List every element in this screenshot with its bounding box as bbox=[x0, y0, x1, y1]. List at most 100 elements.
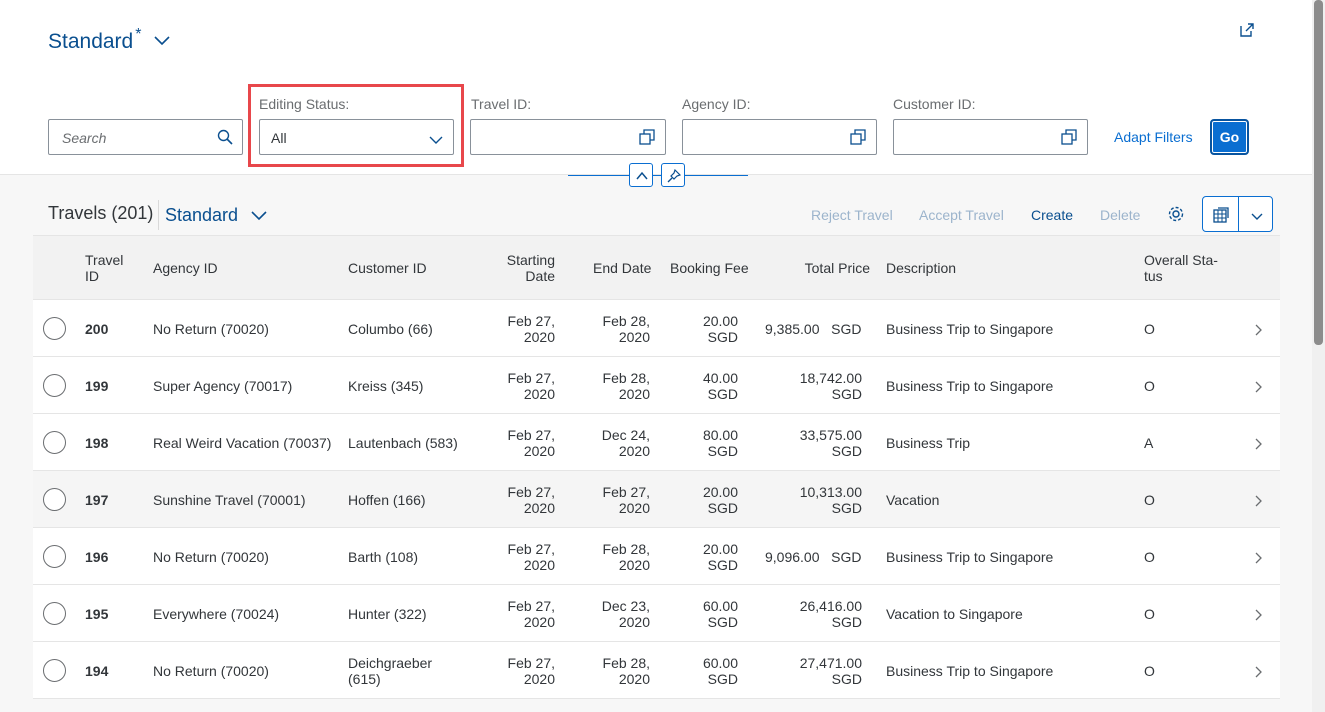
chevron-right-icon[interactable] bbox=[1254, 380, 1262, 396]
table-row[interactable]: 198 Real Weird Vacation (70037) Lautenbach… bbox=[33, 414, 1280, 471]
row-select-radio[interactable] bbox=[43, 602, 66, 625]
cell-total-price: 9,385.00 SGD bbox=[765, 321, 862, 337]
table-row[interactable]: 194 No Return (70020) Deichgraeber (615) Feb… bbox=[33, 642, 1280, 699]
cell-customer-line1: Deichgraeber bbox=[348, 655, 433, 671]
cell-starting-date-line1: Feb 27, bbox=[507, 427, 555, 443]
vertical-scrollbar[interactable] bbox=[1312, 0, 1325, 712]
table-body: 200 No Return (70020) Columbo (66) Feb 27, 2… bbox=[33, 300, 1280, 699]
col-customer-id[interactable]: Customer ID bbox=[348, 260, 427, 276]
cell-customer-line2: (615) bbox=[348, 671, 381, 687]
cell-starting-date-line1: Feb 27, bbox=[507, 313, 555, 329]
cell-customer: Hunter (322) bbox=[348, 606, 427, 622]
table-row[interactable]: 199 Super Agency (70017) Kreiss (345) Feb 2… bbox=[33, 357, 1280, 414]
cell-starting-date-line2: 2020 bbox=[523, 557, 555, 573]
row-select-radio[interactable] bbox=[43, 488, 66, 511]
col-travel-id[interactable]: Travel ID bbox=[85, 252, 123, 284]
cell-end-date-line1: Feb 28, bbox=[602, 370, 650, 386]
col-overall-status-line2: tus bbox=[1144, 268, 1163, 284]
collapse-icon[interactable] bbox=[629, 163, 653, 187]
cell-travel-id: 196 bbox=[85, 549, 109, 565]
customer-id-input[interactable] bbox=[893, 119, 1088, 155]
export-button[interactable] bbox=[1202, 196, 1273, 232]
col-booking-fee[interactable]: Booking Fee bbox=[670, 260, 749, 276]
cell-total-price: 33,575.00 SGD bbox=[773, 427, 862, 459]
reject-travel-button[interactable]: Reject Travel bbox=[811, 207, 893, 223]
cell-total-price-line2: SGD bbox=[831, 386, 862, 402]
cell-end-date: Feb 28, 2020 bbox=[578, 370, 650, 402]
cell-total-price: 27,471.00 SGD bbox=[773, 655, 862, 687]
table-variant-label: Standard bbox=[165, 205, 239, 225]
variant-selector[interactable]: Standard * bbox=[48, 26, 171, 54]
cell-description: Vacation to Singapore bbox=[886, 606, 1023, 622]
table-row[interactable]: 197 Sunshine Travel (70001) Hoffen (166) Fe… bbox=[33, 471, 1280, 528]
cell-travel-id: 195 bbox=[85, 606, 109, 622]
agency-id-input[interactable] bbox=[682, 119, 877, 155]
cell-starting-date-line1: Feb 27, bbox=[507, 598, 555, 614]
cell-end-date-line1: Dec 23, bbox=[601, 598, 650, 614]
row-select-radio[interactable] bbox=[43, 659, 66, 682]
cell-agency: Sunshine Travel (70001) bbox=[153, 492, 306, 508]
cell-status: O bbox=[1144, 606, 1155, 622]
cell-end-date-line2: 2020 bbox=[618, 500, 650, 516]
col-description[interactable]: Description bbox=[886, 260, 956, 276]
cell-agency: Real Weird Vacation (70037) bbox=[153, 435, 332, 451]
col-total-price[interactable]: Total Price bbox=[773, 260, 870, 276]
pin-icon[interactable] bbox=[661, 163, 685, 187]
search-icon[interactable] bbox=[217, 129, 233, 150]
cell-total-price: 10,313.00 SGD bbox=[773, 484, 862, 516]
cell-status: A bbox=[1144, 435, 1154, 451]
delete-button[interactable]: Delete bbox=[1100, 207, 1140, 223]
cell-booking-fee: 60.00 SGD bbox=[653, 655, 738, 687]
cell-agency: Super Agency (70017) bbox=[153, 378, 293, 394]
accept-travel-button[interactable]: Accept Travel bbox=[919, 207, 1004, 223]
cell-booking-fee-line2: SGD bbox=[707, 614, 738, 630]
col-overall-status[interactable]: Overall Sta- tus bbox=[1144, 252, 1218, 284]
row-select-radio[interactable] bbox=[43, 431, 66, 454]
chevron-down-icon bbox=[251, 210, 267, 220]
cell-end-date-line2: 2020 bbox=[618, 329, 650, 345]
col-starting-date[interactable]: Starting Date bbox=[483, 252, 555, 284]
cell-booking-fee-line2: SGD bbox=[707, 557, 738, 573]
create-button[interactable]: Create bbox=[1031, 207, 1073, 223]
cell-starting-date: Feb 27, 2020 bbox=[483, 370, 555, 402]
cell-booking-fee-line1: 20.00 bbox=[702, 541, 738, 557]
table-row[interactable]: 200 No Return (70020) Columbo (66) Feb 27, 2… bbox=[33, 300, 1280, 357]
row-select-radio[interactable] bbox=[43, 545, 66, 568]
search-field[interactable]: Search bbox=[48, 119, 243, 155]
cell-starting-date: Feb 27, 2020 bbox=[483, 541, 555, 573]
value-help-icon[interactable] bbox=[1061, 129, 1077, 150]
chevron-down-icon[interactable] bbox=[1250, 209, 1264, 227]
chevron-right-icon[interactable] bbox=[1254, 665, 1262, 681]
cell-end-date: Feb 27, 2020 bbox=[578, 484, 650, 516]
cell-agency: No Return (70020) bbox=[153, 321, 269, 337]
chevron-right-icon[interactable] bbox=[1254, 494, 1262, 510]
cell-description: Business Trip to Singapore bbox=[886, 663, 1054, 679]
share-icon[interactable] bbox=[1238, 21, 1256, 39]
cell-agency: Everywhere (70024) bbox=[153, 606, 280, 622]
cell-travel-id: 194 bbox=[85, 663, 109, 679]
settings-icon[interactable] bbox=[1167, 205, 1185, 228]
go-button[interactable]: Go bbox=[1210, 119, 1249, 155]
col-end-date[interactable]: End Date bbox=[593, 260, 651, 276]
value-help-icon[interactable] bbox=[850, 129, 866, 150]
table-row[interactable]: 195 Everywhere (70024) Hunter (322) Feb 27,… bbox=[33, 585, 1280, 642]
adapt-filters-button[interactable]: Adapt Filters bbox=[1114, 129, 1193, 145]
col-agency-id[interactable]: Agency ID bbox=[153, 260, 218, 276]
chevron-right-icon[interactable] bbox=[1254, 437, 1262, 453]
total-amount: 9,385.00 bbox=[765, 321, 820, 337]
table-row[interactable]: 196 No Return (70020) Barth (108) Feb 27, 20… bbox=[33, 528, 1280, 585]
row-select-radio[interactable] bbox=[43, 374, 66, 397]
col-travel-id-line2: ID bbox=[85, 268, 99, 284]
chevron-right-icon[interactable] bbox=[1254, 608, 1262, 624]
cell-booking-fee-line2: SGD bbox=[707, 443, 738, 459]
cell-status: O bbox=[1144, 549, 1155, 565]
row-select-radio[interactable] bbox=[43, 317, 66, 340]
chevron-right-icon[interactable] bbox=[1254, 323, 1262, 339]
scrollbar-thumb[interactable] bbox=[1314, 0, 1323, 345]
cell-starting-date-line2: 2020 bbox=[523, 386, 555, 402]
travel-id-input[interactable] bbox=[470, 119, 666, 155]
table-variant-selector[interactable]: Standard bbox=[165, 205, 268, 226]
value-help-icon[interactable] bbox=[639, 129, 655, 150]
chevron-right-icon[interactable] bbox=[1254, 551, 1262, 567]
cell-booking-fee-line2: SGD bbox=[707, 671, 738, 687]
